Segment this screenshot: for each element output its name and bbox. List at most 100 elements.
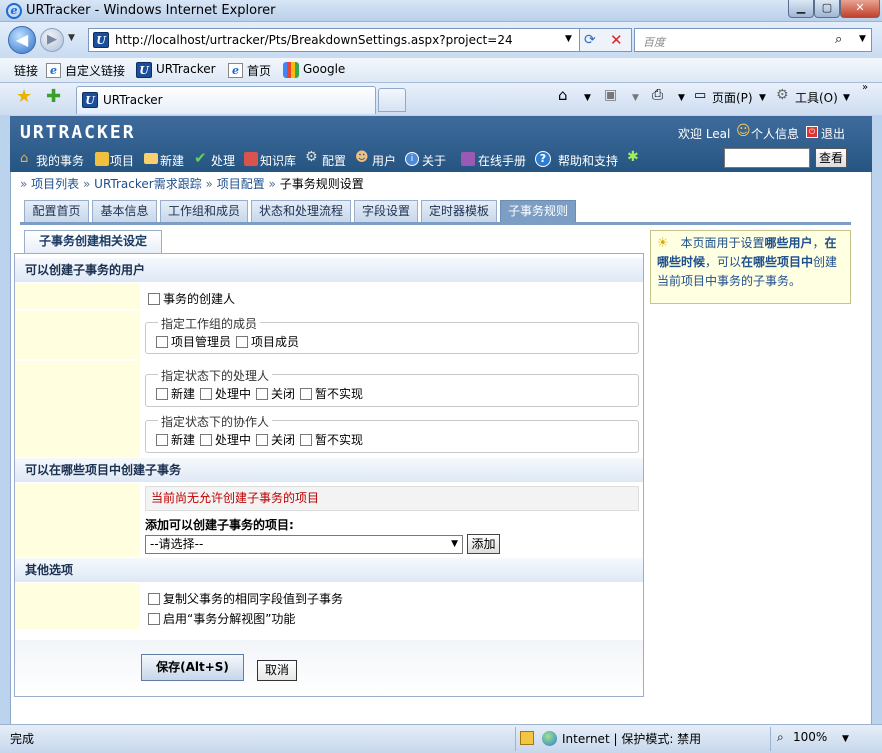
tab-status-flow[interactable]: 状态和处理流程 [251, 200, 351, 222]
checkbox-handler-processing[interactable]: 处理中 [200, 385, 251, 402]
close-button[interactable]: ✕ [840, 0, 880, 18]
link-google[interactable]: Google [303, 62, 345, 76]
nav-new[interactable]: 新建 [160, 152, 184, 169]
browser-tab-label: URTracker [103, 93, 163, 107]
address-dropdown-icon[interactable]: ▼ [565, 34, 572, 44]
checkbox-project-member[interactable]: 项目成员 [236, 333, 299, 350]
label-cell [15, 311, 140, 359]
nav-help[interactable]: 帮助和支持 [558, 152, 618, 169]
new-tab-button[interactable] [378, 88, 406, 112]
tools-menu[interactable]: 工具(O) [795, 89, 838, 106]
address-url: http://localhost/urtracker/Pts/Breakdown… [115, 33, 513, 47]
maximize-button[interactable]: ▢ [814, 0, 840, 18]
crumb-project[interactable]: URTracker需求跟踪 [94, 177, 202, 191]
nav-manual[interactable]: 在线手册 [478, 152, 526, 169]
checkbox-creator[interactable]: 事务的创建人 [148, 290, 235, 307]
nav-about[interactable]: 关于 [422, 152, 446, 169]
back-arrow-icon[interactable]: ◀ [8, 26, 36, 54]
welcome-text: 欢迎 Leal [678, 127, 731, 141]
history-dropdown-icon[interactable]: ▼ [68, 33, 75, 43]
project-select[interactable]: --请选择-- ▼ [145, 535, 463, 554]
crumb-project-list[interactable]: 项目列表 [31, 177, 79, 191]
cancel-button[interactable]: 取消 [257, 660, 297, 681]
stop-icon[interactable]: ✕ [610, 31, 623, 49]
checkbox-enable-breakdown-view[interactable]: 启用“事务分解视图”功能 [148, 610, 295, 627]
tab-underline [20, 222, 851, 225]
link-urtracker[interactable]: URTracker [156, 62, 216, 76]
nav-my-issues[interactable]: 我的事务 [36, 152, 84, 169]
checkbox-collab-closed[interactable]: 关闭 [256, 431, 295, 448]
checkbox-handler-not-implemented[interactable]: 暂不实现 [300, 385, 363, 402]
tab-basic-info[interactable]: 基本信息 [92, 200, 157, 222]
feeds-icon[interactable]: ▣ [604, 87, 617, 103]
section-title-other: 其他选项 [15, 558, 643, 582]
tab-config-home[interactable]: 配置首页 [24, 200, 89, 222]
subtab-subtask-creation[interactable]: 子事务创建相关设定 [24, 230, 162, 253]
page-dropdown-icon[interactable]: ▼ [759, 93, 766, 103]
forward-arrow-icon[interactable]: ▶ [40, 28, 64, 52]
tab-fields[interactable]: 字段设置 [354, 200, 418, 222]
ie-logo-icon: e [6, 3, 22, 19]
favorites-star-icon[interactable]: ★ [16, 86, 32, 107]
checkbox-project-admin[interactable]: 项目管理员 [156, 333, 231, 350]
tab-subtask-rules[interactable]: 子事务规则 [500, 200, 576, 222]
no-projects-notice: 当前尚无允许创建子事务的项目 [145, 486, 639, 511]
page-menu[interactable]: 页面(P) [712, 89, 753, 106]
checkbox-collab-processing[interactable]: 处理中 [200, 431, 251, 448]
group-members-legend: 指定工作组的成员 [158, 315, 261, 332]
print-icon[interactable]: ⎙ [652, 87, 663, 103]
address-bar[interactable]: U http://localhost/urtracker/Pts/Breakdo… [88, 28, 580, 52]
refresh-icon[interactable]: ⟳ [584, 32, 596, 48]
checkbox-handler-closed[interactable]: 关闭 [256, 385, 295, 402]
info-icon: i [405, 152, 419, 166]
new-icon [144, 153, 158, 164]
config-gear-icon: ⚙ [305, 149, 318, 165]
checkbox-collab-new[interactable]: 新建 [156, 431, 195, 448]
header-search-button[interactable]: 查看 [815, 148, 847, 168]
handler-fieldset: 指定状态下的处理人 新建 处理中 关闭 暂不实现 [145, 367, 639, 407]
search-box[interactable]: 百度 ⌕ ▼ [634, 28, 872, 52]
breadcrumb: » 项目列表 » URTracker需求跟踪 » 项目配置 » 子事务规则设置 [20, 177, 364, 191]
tab-timer-templates[interactable]: 定时器模板 [421, 200, 497, 222]
browser-tab-urtracker[interactable]: U URTracker [76, 86, 376, 114]
home-dropdown-icon[interactable]: ▼ [584, 93, 591, 103]
checkbox-collab-not-implemented[interactable]: 暂不实现 [300, 431, 363, 448]
crumb-config[interactable]: 项目配置 [217, 177, 265, 191]
tab-groups-members[interactable]: 工作组和成员 [160, 200, 248, 222]
nav-projects[interactable]: 项目 [110, 152, 134, 169]
print-dropdown-icon[interactable]: ▼ [678, 93, 685, 103]
checkbox-copy-fields[interactable]: 复制父事务的相同字段值到子事务 [148, 590, 343, 607]
users-icon: ☻ [355, 150, 369, 165]
logout-link[interactable]: 退出 [821, 125, 845, 142]
header-search-input[interactable] [724, 148, 810, 168]
home-icon[interactable]: ⌂ [558, 86, 568, 104]
zoom-level[interactable]: 100% [793, 730, 827, 744]
manual-book-icon [461, 152, 475, 166]
feeds-dropdown-icon[interactable]: ▼ [632, 93, 639, 103]
nav-process[interactable]: 处理 [211, 152, 235, 169]
profile-link[interactable]: 个人信息 [751, 125, 799, 142]
check-icon: ✔ [194, 149, 207, 167]
knowledge-icon [244, 152, 258, 166]
search-icon[interactable]: ⌕ [835, 32, 842, 47]
search-dropdown-icon[interactable]: ▼ [859, 34, 866, 44]
nav-users[interactable]: 用户 [372, 152, 396, 169]
add-project-button[interactable]: 添加 [467, 534, 500, 554]
tools-dropdown-icon[interactable]: ▼ [843, 93, 850, 103]
help-tip-box: ☀ 本页面用于设置哪些用户，在哪些时候，可以在哪些项目中创建当前项目中事务的子事… [650, 230, 851, 304]
checkbox-handler-new[interactable]: 新建 [156, 385, 195, 402]
nav-config[interactable]: 配置 [322, 152, 346, 169]
zoom-dropdown-icon[interactable]: ▼ [842, 734, 849, 744]
add-favorite-icon[interactable]: ✚ [46, 86, 61, 107]
urtracker-link-icon: U [136, 62, 152, 78]
label-cell [15, 283, 140, 309]
save-button[interactable]: 保存(Alt+S) [141, 654, 244, 681]
minimize-button[interactable]: ▁ [788, 0, 814, 18]
checkbox[interactable] [148, 293, 160, 305]
link-custom[interactable]: 自定义链接 [65, 62, 125, 79]
app-logo: URTRACKER [20, 122, 136, 143]
chevron-more-icon[interactable]: » [862, 82, 868, 93]
ie-page-icon: e [228, 63, 243, 78]
link-home[interactable]: 首页 [247, 62, 271, 79]
nav-knowledge[interactable]: 知识库 [260, 152, 296, 169]
